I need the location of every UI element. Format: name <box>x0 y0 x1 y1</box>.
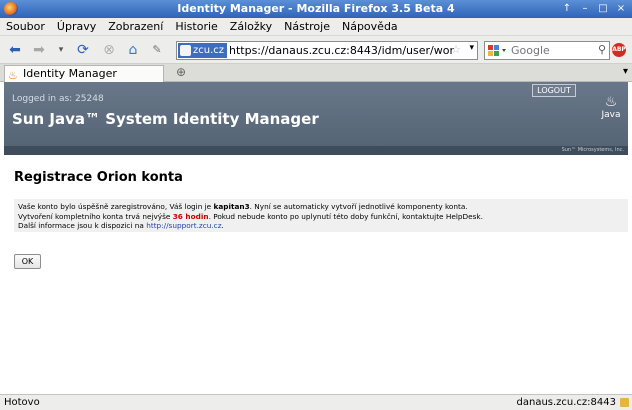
tab-identity-manager[interactable]: ♨ Identity Manager <box>4 65 164 82</box>
status-bar: Hotovo danaus.zcu.cz:8443 <box>0 394 632 410</box>
java-logo: ♨ Java <box>598 94 624 128</box>
adblock-plus-icon[interactable]: ABP <box>612 43 626 57</box>
menu-bar: Soubor Úpravy Zobrazení Historie Záložky… <box>0 18 632 36</box>
hours-value: 36 hodin <box>172 211 209 221</box>
navigation-toolbar: ⬅ ➡ ▾ ⟳ ⊗ ⌂ ✎ zcu.cz https://danaus.zcu.… <box>0 36 632 64</box>
site-identity-label: zcu.cz <box>193 45 225 56</box>
stop-icon[interactable]: ⊗ <box>100 41 118 59</box>
reload-icon[interactable]: ⟳ <box>74 41 92 59</box>
search-bar[interactable]: ⚲ <box>484 41 610 60</box>
product-title: Sun Java™ System Identity Manager <box>12 110 319 128</box>
window-title: Identity Manager - Mozilla Firefox 3.5 B… <box>177 2 455 15</box>
logged-in-label: Logged in as: 25248 <box>12 94 104 104</box>
url-bar[interactable]: zcu.cz https://danaus.zcu.cz:8443/idm/us… <box>176 41 478 60</box>
message-line-3: Další informace jsou k dispozici na http… <box>18 221 224 230</box>
search-input[interactable] <box>511 43 591 58</box>
forward-icon[interactable]: ➡ <box>30 41 48 59</box>
minimize-icon[interactable]: – <box>578 2 592 15</box>
up-icon[interactable]: ↑ <box>560 2 574 15</box>
menu-edit[interactable]: Úpravy <box>57 20 96 33</box>
menu-tools[interactable]: Nástroje <box>284 20 330 33</box>
home-icon[interactable]: ⌂ <box>124 41 142 59</box>
message-line-1: Vaše konto bylo úspěšně zaregistrováno, … <box>18 202 468 211</box>
vendor-label: Sun™ Microsystems, Inc. <box>561 147 624 153</box>
status-host: danaus.zcu.cz:8443 <box>516 397 617 408</box>
search-icon[interactable]: ⚲ <box>598 43 606 56</box>
history-dropdown-icon[interactable]: ▾ <box>52 41 70 59</box>
message-line-2: Vytvoření kompletního konta trvá nejvýše… <box>18 211 483 221</box>
tools-icon[interactable]: ✎ <box>148 41 166 59</box>
java-logo-text: Java <box>601 110 621 120</box>
new-tab-icon[interactable]: ⊕ <box>176 65 186 79</box>
java-cup-icon: ♨ <box>604 94 618 110</box>
url-text[interactable]: https://danaus.zcu.cz:8443/idm/user/work… <box>229 44 455 57</box>
title-bar: Identity Manager - Mozilla Firefox 3.5 B… <box>0 0 632 18</box>
login-value: kapitan3 <box>213 202 250 211</box>
close-icon[interactable]: × <box>614 2 628 15</box>
menu-view[interactable]: Zobrazení <box>108 20 163 33</box>
tab-bar: ♨ Identity Manager ⊕ ▾ <box>0 64 632 82</box>
ok-button[interactable]: OK <box>14 254 41 269</box>
message-box: Vaše konto bylo úspěšně zaregistrováno, … <box>14 199 628 232</box>
tab-label: Identity Manager <box>23 67 117 80</box>
menu-bookmarks[interactable]: Záložky <box>230 20 272 33</box>
site-favicon <box>180 45 191 56</box>
url-dropdown-icon[interactable]: ▾ <box>469 43 474 53</box>
status-text: Hotovo <box>4 397 40 408</box>
page-title: Registrace Orion konta <box>14 170 183 185</box>
site-identity-badge[interactable]: zcu.cz <box>178 43 228 58</box>
tab-list-icon[interactable]: ▾ <box>623 66 628 77</box>
logout-button[interactable]: LOGOUT <box>532 84 576 97</box>
search-engine-icon[interactable] <box>487 44 509 57</box>
back-icon[interactable]: ⬅ <box>6 41 24 59</box>
lock-icon[interactable] <box>620 398 629 407</box>
header-strip: Sun™ Microsystems, Inc. <box>4 146 628 155</box>
maximize-icon[interactable]: □ <box>596 2 610 15</box>
menu-history[interactable]: Historie <box>175 20 217 33</box>
support-link[interactable]: http://support.zcu.cz <box>146 221 221 230</box>
idm-header: Logged in as: 25248 Sun Java™ System Ide… <box>4 82 628 146</box>
menu-help[interactable]: Nápověda <box>342 20 398 33</box>
menu-file[interactable]: Soubor <box>6 20 45 33</box>
bookmark-star-icon[interactable]: ☆ <box>451 43 461 56</box>
